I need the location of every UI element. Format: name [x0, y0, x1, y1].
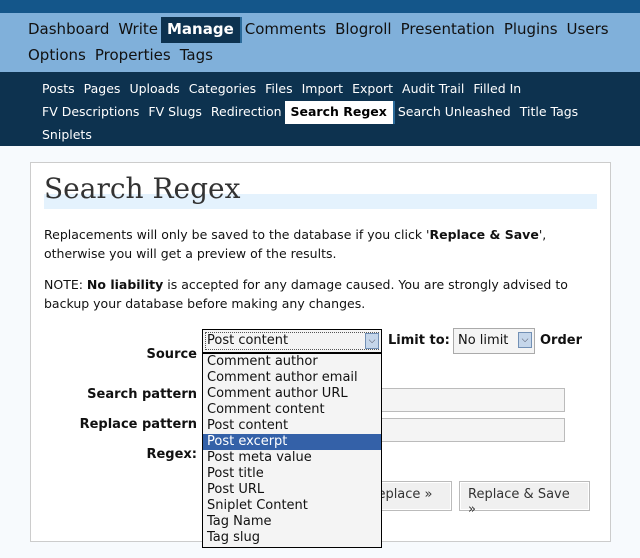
sub-nav-title-tags[interactable]: Title Tags: [514, 101, 584, 124]
main-nav-comments[interactable]: Comments: [239, 17, 332, 43]
main-nav-users[interactable]: Users: [561, 17, 615, 43]
main-nav-blogroll[interactable]: Blogroll: [329, 17, 398, 43]
main-nav-dashboard[interactable]: Dashboard: [22, 17, 115, 43]
main-nav-tags[interactable]: Tags: [174, 43, 219, 69]
replace-save-button[interactable]: Replace & Save »: [459, 481, 590, 517]
source-option[interactable]: Post meta value: [203, 450, 381, 466]
source-dropdown-list: Comment author Comment author email Commen…: [202, 353, 382, 548]
replace-pattern-label: Replace pattern: [79, 417, 197, 432]
source-option[interactable]: Comment author URL: [203, 386, 381, 402]
sub-nav-uploads[interactable]: Uploads: [123, 78, 185, 101]
limit-label: Limit to:: [388, 333, 450, 348]
sub-nav-redirection[interactable]: Redirection: [205, 101, 288, 124]
page-title: Search Regex: [44, 172, 597, 209]
search-pattern-label: Search pattern: [87, 387, 197, 402]
main-nav-plugins[interactable]: Plugins: [498, 17, 564, 43]
main-nav-properties[interactable]: Properties: [89, 43, 177, 69]
sub-nav-fv-descriptions[interactable]: FV Descriptions: [36, 101, 145, 124]
sub-nav-audit-trail[interactable]: Audit Trail: [396, 78, 470, 101]
main-nav-options[interactable]: Options: [22, 43, 92, 69]
intro-text: Replacements will only be saved to the d…: [44, 227, 547, 261]
top-bar: [0, 0, 640, 13]
main-nav-write[interactable]: Write: [112, 17, 164, 43]
chevron-down-icon: ⌵: [365, 333, 379, 349]
source-option[interactable]: Comment content: [203, 402, 381, 418]
sub-nav-sniplets[interactable]: Sniplets: [36, 124, 98, 147]
sub-nav-filled-in[interactable]: Filled In: [467, 78, 527, 101]
sub-nav-search-unleashed[interactable]: Search Unleashed: [392, 101, 517, 124]
source-option[interactable]: Comment author: [203, 354, 381, 370]
order-label: Order: [540, 333, 582, 348]
source-option[interactable]: Post content: [203, 418, 381, 434]
sub-nav-export[interactable]: Export: [346, 78, 399, 101]
source-option[interactable]: Sniplet Content: [203, 498, 381, 514]
sub-nav-search-regex[interactable]: Search Regex: [284, 101, 395, 124]
search-pattern-input[interactable]: [370, 388, 565, 412]
chevron-down-icon: ⌵: [518, 332, 532, 348]
main-nav-presentation[interactable]: Presentation: [395, 17, 501, 43]
regex-label: Regex:: [146, 447, 197, 462]
sub-nav-fv-slugs[interactable]: FV Slugs: [142, 101, 208, 124]
source-option[interactable]: Post URL: [203, 482, 381, 498]
sub-nav-files[interactable]: Files: [259, 78, 298, 101]
sub-nav-posts[interactable]: Posts: [36, 78, 81, 101]
sub-nav-pages[interactable]: Pages: [78, 78, 127, 101]
source-option[interactable]: Tag slug: [203, 530, 381, 546]
main-nav-manage[interactable]: Manage: [161, 17, 242, 43]
source-option[interactable]: Post title: [203, 466, 381, 482]
source-option[interactable]: Comment author email: [203, 370, 381, 386]
sub-nav-categories[interactable]: Categories: [183, 78, 262, 101]
replace-pattern-input[interactable]: [370, 418, 565, 442]
source-label: Source: [146, 347, 197, 362]
source-option[interactable]: Tag Name: [203, 514, 381, 530]
source-select[interactable]: Post content ⌵: [202, 329, 382, 353]
limit-select[interactable]: No limit ⌵: [453, 328, 535, 354]
sub-nav-import[interactable]: Import: [296, 78, 350, 101]
note-text: NOTE: No liability is accepted for any d…: [44, 277, 568, 311]
source-option[interactable]: Post excerpt: [203, 434, 381, 450]
sub-nav: Posts Pages Uploads Categories Files Import Ex…: [0, 72, 640, 146]
main-nav: Dashboard Write Manage Comments Blogroll Pres…: [0, 13, 640, 72]
